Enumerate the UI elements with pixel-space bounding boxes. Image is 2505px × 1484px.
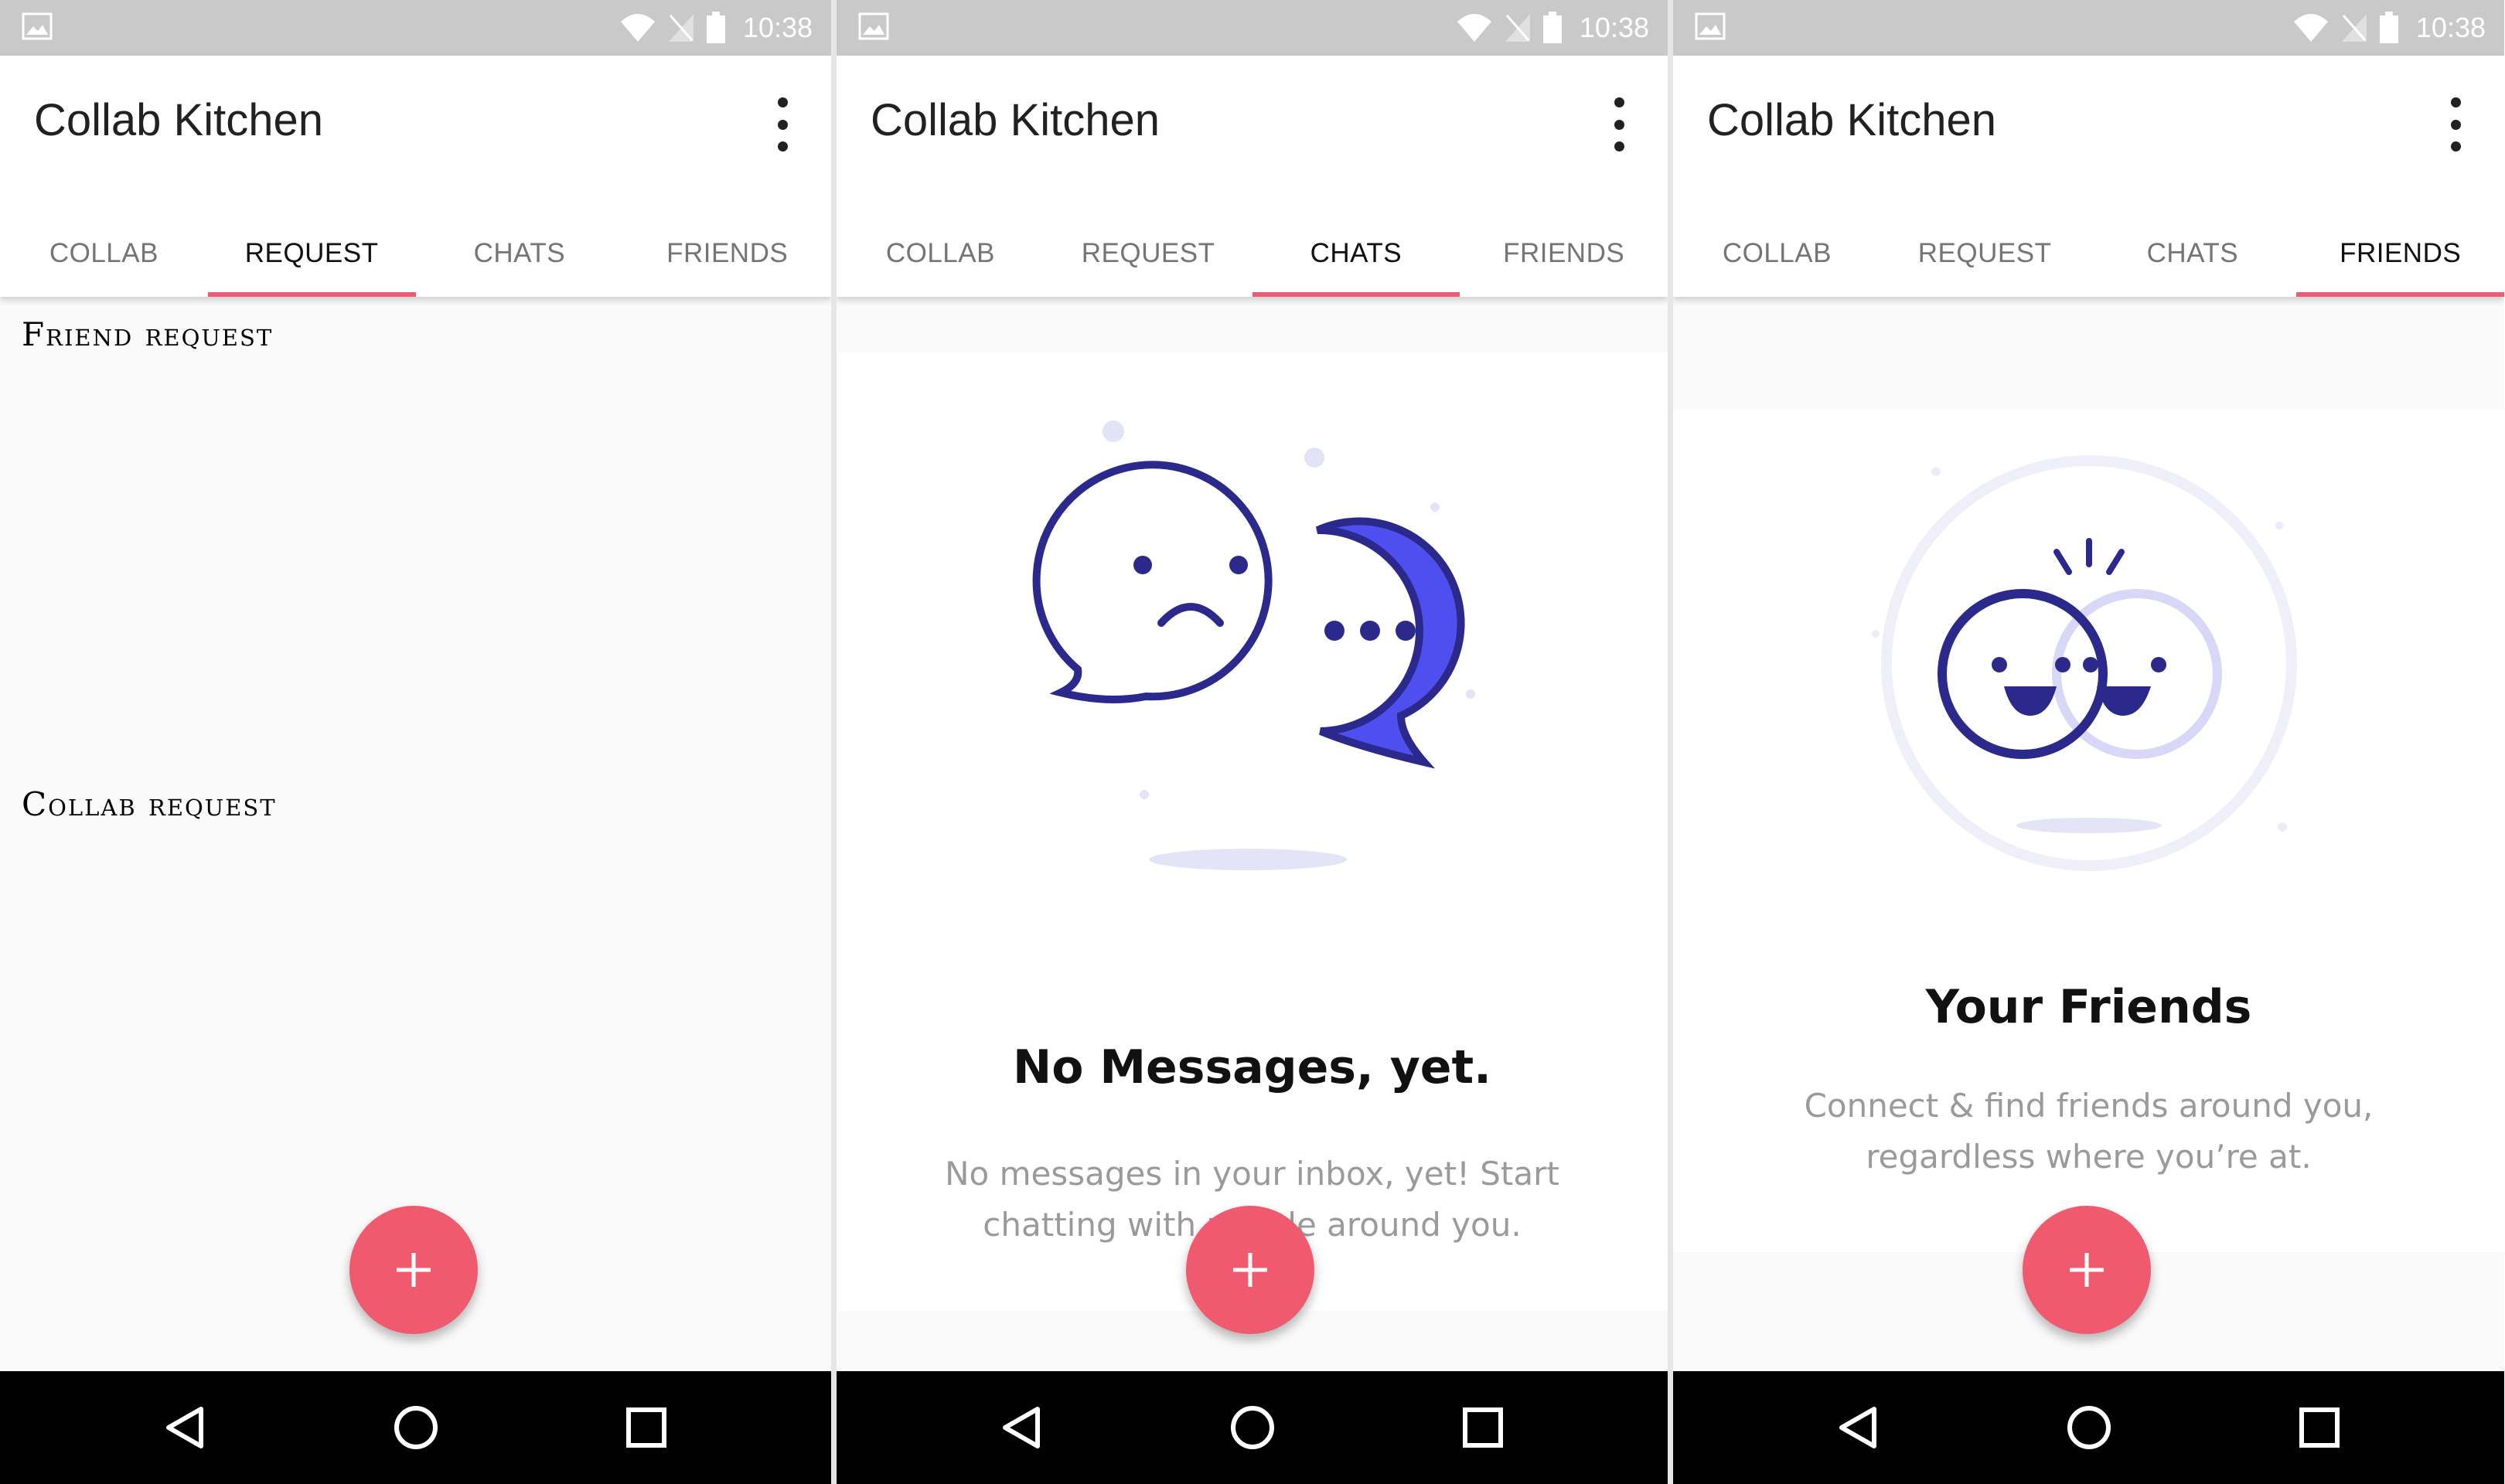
tab-collab[interactable]: COLLAB [0, 210, 208, 297]
status-time: 10:38 [2415, 12, 2486, 43]
app-title: Collab Kitchen [34, 95, 323, 145]
empty-state-title: No Messages, yet. [1013, 1040, 1491, 1094]
home-icon [394, 1406, 438, 1449]
add-button[interactable] [349, 1206, 478, 1334]
home-button[interactable] [2050, 1389, 2128, 1466]
tab-bar: COLLAB REQUEST CHATS FRIENDS [0, 210, 831, 297]
navigation-bar [837, 1371, 1668, 1484]
recents-icon [2299, 1407, 2340, 1448]
screen-request: 10:38 Collab Kitchen COLLAB REQUEST CHAT… [0, 0, 831, 1484]
battery-icon [1542, 12, 1562, 43]
battery-icon [706, 12, 725, 43]
recents-icon [1462, 1407, 1503, 1448]
back-button[interactable] [983, 1389, 1061, 1466]
wifi-icon [2293, 14, 2328, 42]
overflow-menu-icon[interactable] [771, 97, 794, 151]
tab-request[interactable]: REQUEST [1045, 210, 1252, 297]
plus-icon [397, 1253, 431, 1287]
tab-friends[interactable]: FRIENDS [2296, 210, 2504, 297]
home-icon [1230, 1406, 1274, 1449]
tab-chats[interactable]: CHATS [416, 210, 624, 297]
image-notification-icon [1695, 12, 1726, 40]
recents-icon [625, 1407, 666, 1448]
image-notification-icon [858, 12, 889, 40]
back-icon [1839, 1407, 1876, 1448]
tab-collab[interactable]: COLLAB [1673, 210, 1881, 297]
tab-chats[interactable]: CHATS [2089, 210, 2297, 297]
app-title: Collab Kitchen [1707, 95, 1996, 145]
recents-button[interactable] [2281, 1389, 2358, 1466]
tab-bar: COLLAB REQUEST CHATS FRIENDS [837, 210, 1668, 297]
collab-request-heading: Collab request [22, 785, 277, 823]
add-button[interactable] [1186, 1206, 1314, 1334]
tab-request[interactable]: REQUEST [1881, 210, 2089, 297]
chat-bubbles-illustration [1032, 420, 1475, 870]
navigation-bar [0, 1371, 831, 1484]
screen-divider [1668, 0, 1673, 1484]
overflow-menu-icon[interactable] [1607, 97, 1631, 151]
back-button[interactable] [1820, 1389, 1897, 1466]
tab-chats[interactable]: CHATS [1252, 210, 1460, 297]
plus-icon [2070, 1253, 2104, 1287]
back-icon [1002, 1407, 1040, 1448]
navigation-bar [1673, 1371, 2504, 1484]
image-notification-icon [22, 12, 53, 40]
back-icon [165, 1407, 203, 1448]
screen-chats: 10:38 Collab Kitchen COLLAB REQUEST CHAT… [837, 0, 1668, 1484]
app-bar: Collab Kitchen COLLAB REQUEST CHATS FRIE… [837, 56, 1668, 297]
friends-illustration [1872, 455, 2297, 871]
recents-button[interactable] [608, 1389, 685, 1466]
screen-friends: 10:38 Collab Kitchen COLLAB REQUEST CHAT… [1673, 0, 2504, 1484]
tab-friends[interactable]: FRIENDS [623, 210, 831, 297]
battery-icon [2379, 12, 2398, 43]
empty-state-card: Your Friends Connect & find friends arou… [1673, 410, 2504, 1252]
friend-request-heading: Friend request [22, 315, 274, 353]
home-button[interactable] [377, 1389, 455, 1466]
status-time: 10:38 [742, 12, 813, 43]
tab-request[interactable]: REQUEST [207, 210, 416, 297]
home-icon [2067, 1406, 2111, 1449]
overflow-menu-icon[interactable] [2444, 97, 2467, 151]
back-button[interactable] [147, 1389, 224, 1466]
no-signal-icon [668, 14, 694, 42]
empty-state-card: No Messages, yet. No messages in your in… [837, 352, 1668, 1311]
empty-state-subtitle: Connect & find friends around you, regar… [1804, 1087, 2374, 1176]
app-title: Collab Kitchen [871, 95, 1160, 145]
empty-state-title: Your Friends [1925, 980, 2252, 1034]
tab-bar: COLLAB REQUEST CHATS FRIENDS [1673, 210, 2504, 297]
status-bar: 10:38 [1673, 0, 2504, 56]
status-time: 10:38 [1579, 12, 1649, 43]
add-button[interactable] [2023, 1206, 2151, 1334]
wifi-icon [620, 14, 655, 42]
status-bar: 10:38 [837, 0, 1668, 56]
recents-button[interactable] [1444, 1389, 1522, 1466]
app-bar: Collab Kitchen COLLAB REQUEST CHATS FRIE… [0, 56, 831, 297]
tab-friends[interactable]: FRIENDS [1460, 210, 1668, 297]
plus-icon [1233, 1253, 1267, 1287]
home-button[interactable] [1214, 1389, 1291, 1466]
no-signal-icon [2341, 14, 2367, 42]
screen-divider [831, 0, 837, 1484]
status-bar: 10:38 [0, 0, 831, 56]
tab-collab[interactable]: COLLAB [837, 210, 1045, 297]
wifi-icon [1457, 14, 1491, 42]
app-bar: Collab Kitchen COLLAB REQUEST CHATS FRIE… [1673, 56, 2504, 297]
no-signal-icon [1505, 14, 1530, 42]
